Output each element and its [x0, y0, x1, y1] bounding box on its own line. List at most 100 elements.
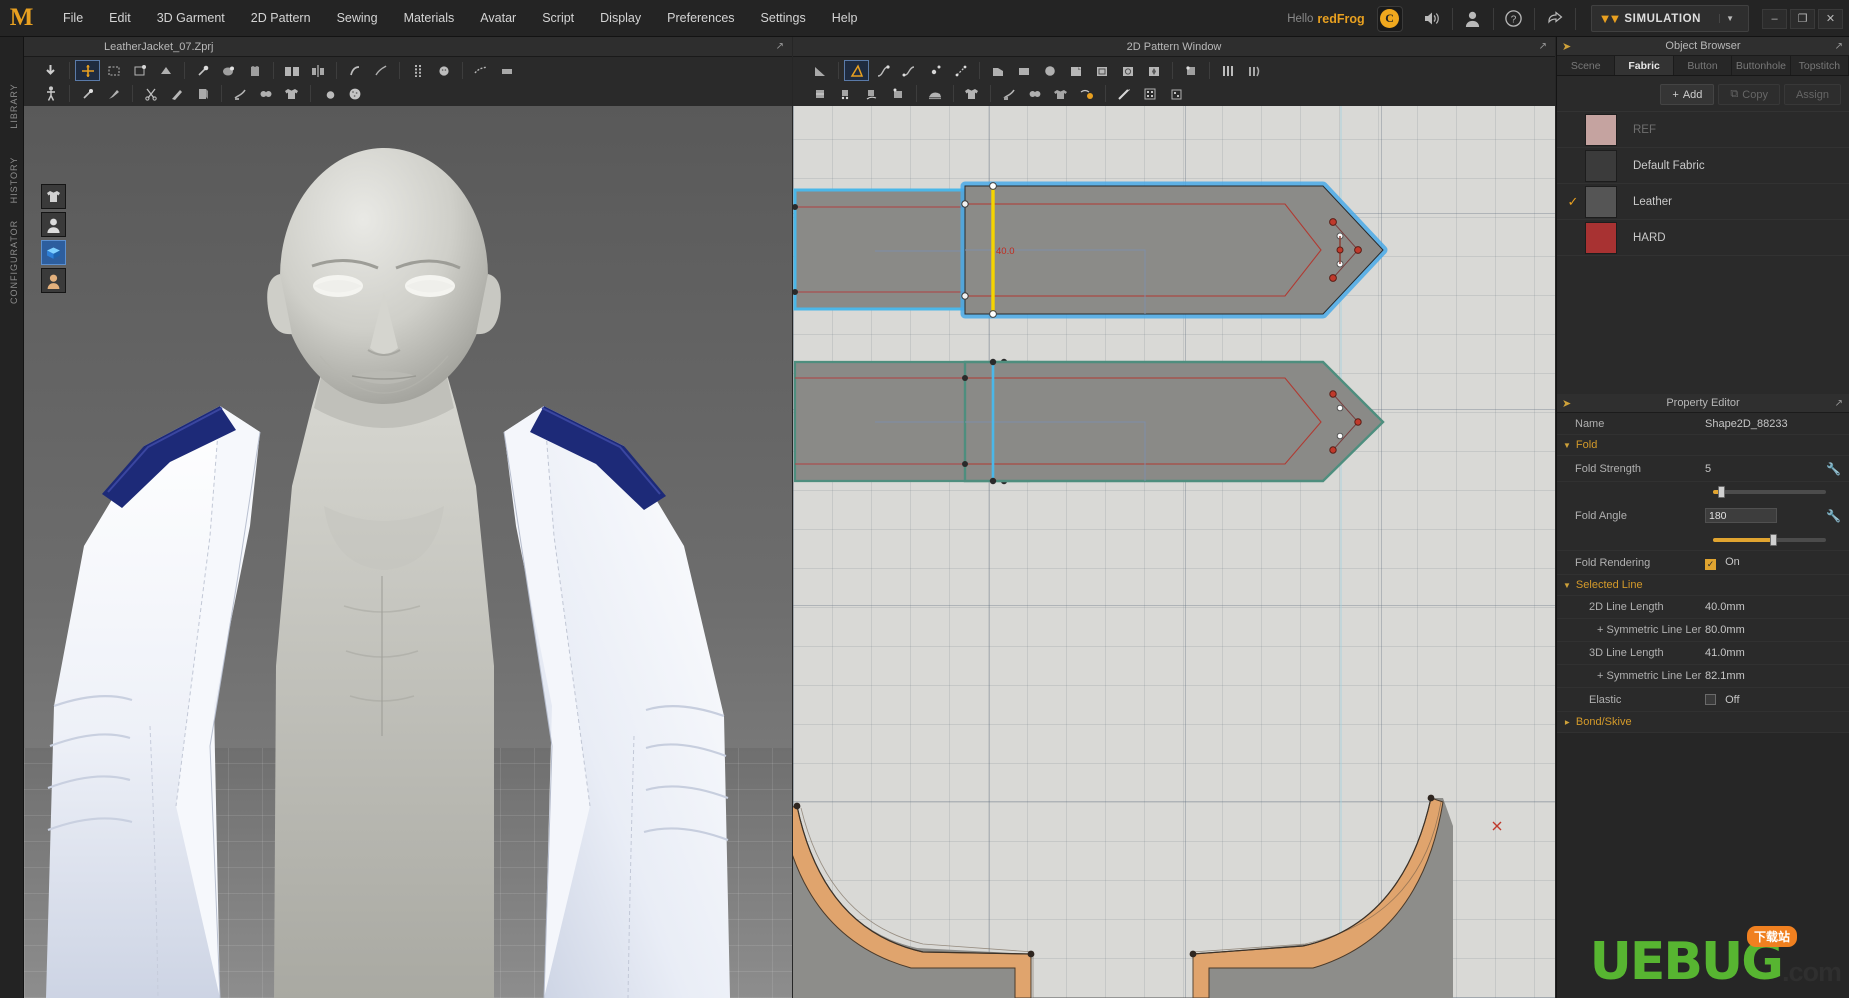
symmetric-pattern-icon[interactable]	[279, 60, 304, 81]
menu-2d-pattern[interactable]: 2D Pattern	[238, 0, 324, 37]
split-line-icon[interactable]	[948, 60, 973, 81]
skin-visibility-toggle[interactable]	[41, 268, 66, 293]
ribbon-icon[interactable]	[253, 83, 278, 104]
menu-file[interactable]: File	[50, 0, 96, 37]
fold-strength-slider[interactable]	[1713, 486, 1826, 498]
seam-allowance-icon[interactable]	[1178, 60, 1203, 81]
garment-2d-icon[interactable]	[1048, 83, 1073, 104]
fabric-row-leather[interactable]: ✓ Leather	[1557, 184, 1849, 220]
3d-line-length-value[interactable]: 41.0mm	[1705, 647, 1841, 659]
fold-2d-icon[interactable]	[996, 83, 1021, 104]
measure-tape-icon[interactable]	[1111, 83, 1136, 104]
book-icon[interactable]	[190, 83, 215, 104]
pleat-icon[interactable]	[1215, 60, 1240, 81]
circle-icon[interactable]	[1037, 60, 1062, 81]
cloud-icon[interactable]: C	[1376, 5, 1403, 32]
3d-viewport[interactable]	[24, 106, 792, 998]
fold-angle-input[interactable]	[1705, 508, 1777, 523]
pin-select-icon[interactable]	[127, 60, 152, 81]
popout-icon[interactable]: ↗	[1835, 398, 1843, 409]
paint-icon[interactable]	[101, 83, 126, 104]
tshirt-2d-icon[interactable]	[959, 83, 984, 104]
select-mesh-icon[interactable]	[38, 60, 63, 81]
popout-icon[interactable]: ↗	[1835, 41, 1843, 52]
qr-export-icon[interactable]	[1137, 83, 1162, 104]
sphere-icon[interactable]	[342, 83, 367, 104]
scissors-icon[interactable]	[138, 83, 163, 104]
avatar-pose-icon[interactable]	[38, 83, 63, 104]
topstitch-icon[interactable]	[468, 60, 493, 81]
dart-icon[interactable]	[1141, 60, 1166, 81]
fold-arrange-icon[interactable]	[153, 60, 178, 81]
flatten-icon[interactable]	[494, 60, 519, 81]
sphere-point-icon[interactable]	[316, 83, 341, 104]
question-icon[interactable]: ?	[1499, 0, 1529, 37]
menu-sewing[interactable]: Sewing	[324, 0, 391, 37]
button-icon[interactable]	[431, 60, 456, 81]
rail-tab-library[interactable]: LIBRARY	[9, 66, 19, 146]
speaker-icon[interactable]	[1417, 0, 1447, 37]
minimize-button[interactable]: –	[1762, 8, 1787, 29]
wrench-icon[interactable]: 🔧	[1826, 509, 1841, 523]
group-selected-line[interactable]: ▼ Selected Line	[1557, 575, 1849, 596]
fabric-row-default[interactable]: Default Fabric	[1557, 148, 1849, 184]
edit-curve-point-icon[interactable]	[896, 60, 921, 81]
add-point-icon[interactable]	[922, 60, 947, 81]
menu-display[interactable]: Display	[587, 0, 654, 37]
fabric-row-hard[interactable]: HARD	[1557, 220, 1849, 256]
fabric-row-ref[interactable]: REF	[1557, 112, 1849, 148]
name-value[interactable]: Shape2D_88233	[1705, 418, 1841, 430]
simulation-mode-selector[interactable]: ▼▼ SIMULATION ▼	[1590, 5, 1749, 32]
restore-button[interactable]: ❐	[1790, 8, 1815, 29]
tab-topstitch[interactable]: Topstitch	[1790, 56, 1849, 75]
tab-scene[interactable]: Scene	[1557, 56, 1616, 75]
close-button[interactable]: ✕	[1818, 8, 1843, 29]
inner-circle-icon[interactable]	[1115, 60, 1140, 81]
group-bond-skive[interactable]: ▼ Bond/Skive	[1557, 712, 1849, 733]
inflate-icon[interactable]	[216, 60, 241, 81]
menu-materials[interactable]: Materials	[391, 0, 468, 37]
segment-sew-icon[interactable]	[859, 83, 884, 104]
transform-gizmo-icon[interactable]	[75, 60, 100, 81]
check-sewing-icon[interactable]	[885, 83, 910, 104]
assign-fabric-button[interactable]: Assign	[1783, 84, 1841, 105]
brush-icon[interactable]	[75, 83, 100, 104]
curve-point-icon[interactable]	[870, 60, 895, 81]
share-icon[interactable]	[1540, 0, 1570, 37]
add-fabric-button[interactable]: + Add	[1660, 84, 1715, 105]
arrow-right-icon[interactable]: ➤	[1562, 397, 1571, 410]
elastic-checkbox[interactable]	[1705, 693, 1716, 705]
rail-tab-history[interactable]: HISTORY	[9, 140, 19, 220]
iron-icon[interactable]	[922, 83, 947, 104]
menu-avatar[interactable]: Avatar	[467, 0, 529, 37]
garment-fit-icon[interactable]	[242, 60, 267, 81]
menu-script[interactable]: Script	[529, 0, 587, 37]
user-icon[interactable]	[1458, 0, 1488, 37]
zipper-icon[interactable]	[405, 60, 430, 81]
qr-print-icon[interactable]	[1163, 83, 1188, 104]
edit-curvature-icon[interactable]	[844, 60, 869, 81]
pattern-sew-icon[interactable]	[807, 83, 832, 104]
popout-icon[interactable]: ↗	[776, 41, 784, 52]
menu-settings[interactable]: Settings	[748, 0, 819, 37]
free-sew-icon[interactable]	[833, 83, 858, 104]
2d-symmetric-line-length-value[interactable]: 80.0mm	[1705, 624, 1841, 636]
tab-button[interactable]: Button	[1673, 56, 1733, 75]
menu-help[interactable]: Help	[819, 0, 871, 37]
2d-pattern-canvas[interactable]: 40.0	[793, 106, 1555, 998]
avatar-visibility-toggle[interactable]	[41, 212, 66, 237]
inner-rectangle-icon[interactable]	[1089, 60, 1114, 81]
menu-preferences[interactable]: Preferences	[654, 0, 747, 37]
polygon-icon[interactable]	[985, 60, 1010, 81]
pin-icon[interactable]	[190, 60, 215, 81]
arrow-right-icon[interactable]: ➤	[1562, 40, 1571, 53]
chevron-down-icon[interactable]: ▼	[1719, 14, 1740, 23]
edit-pattern-icon[interactable]	[807, 60, 832, 81]
trace-icon[interactable]	[368, 60, 393, 81]
tab-buttonhole[interactable]: Buttonhole	[1732, 56, 1791, 75]
fabric-visibility-toggle[interactable]	[41, 240, 66, 265]
garment-visibility-toggle[interactable]	[41, 184, 66, 209]
ribbon-2d-icon[interactable]	[1022, 83, 1047, 104]
group-fold[interactable]: ▼ Fold	[1557, 435, 1849, 456]
menu-edit[interactable]: Edit	[96, 0, 144, 37]
